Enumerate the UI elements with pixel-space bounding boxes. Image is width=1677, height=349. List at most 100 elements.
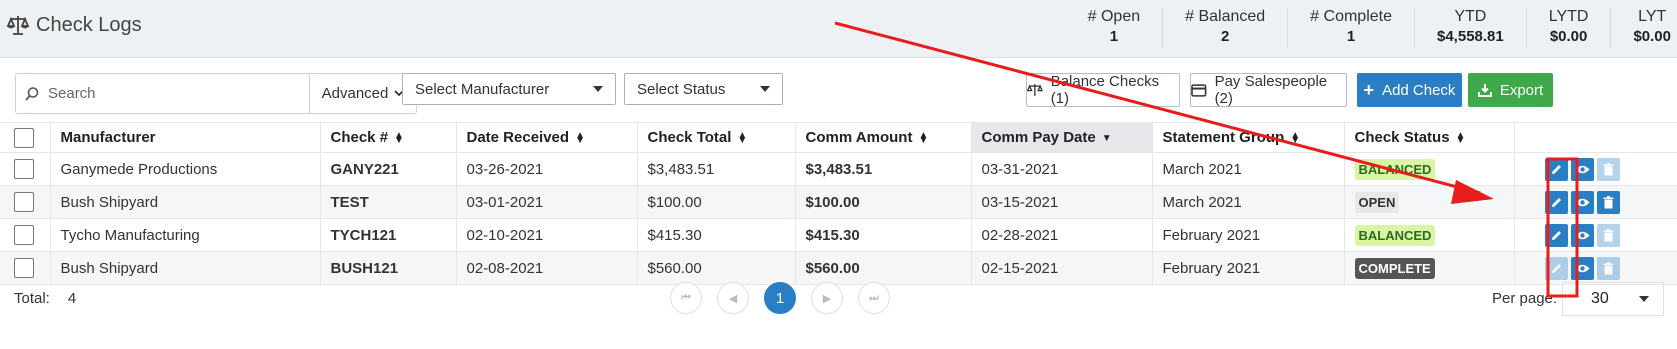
col-check-number[interactable]: Check # ▲ ▼ (319, 122, 456, 153)
pay-salespeople-button[interactable]: Pay Salespeople (2) (1190, 73, 1347, 107)
cell-date-received: 03-26-2021 (455, 152, 637, 186)
check-logs-panel: Advanced Select Manufacturer Select Stat… (0, 57, 1677, 349)
stat-label: YTD (1454, 8, 1487, 25)
stat-open: # Open 1 (1066, 8, 1162, 48)
col-comm-amount[interactable]: Comm Amount ▲ ▼ (794, 122, 971, 153)
pay-salespeople-label: Pay Salespeople (2) (1214, 73, 1328, 107)
per-page-label: Per page: (1492, 290, 1558, 307)
cell-comm-pay-date: 02-28-2021 (970, 218, 1152, 252)
cell-date-received: 02-10-2021 (455, 218, 637, 252)
last-page-icon: ⏭ (869, 291, 879, 304)
trash-icon (1603, 228, 1613, 241)
stat-label: # Balanced (1185, 8, 1266, 25)
status-select-value: Select Status (637, 80, 726, 98)
download-icon (1477, 84, 1492, 97)
column-label: Manufacturer (60, 129, 156, 146)
delete-button[interactable] (1596, 223, 1620, 247)
page-button[interactable]: 1 (764, 282, 796, 314)
cell-check-number: TEST (319, 185, 456, 219)
balance-checks-button[interactable]: Balance Checks (1) (1026, 73, 1180, 107)
cell-manufacturer: Tycho Manufacturing (49, 218, 320, 252)
col-actions (1513, 122, 1677, 153)
col-statement-group[interactable]: Statement Group ▲ ▼ (1151, 122, 1344, 153)
add-check-button[interactable]: + Add Check (1357, 73, 1462, 107)
export-button[interactable]: Export (1468, 73, 1553, 107)
stat-label: LYT (1638, 8, 1667, 25)
row-checkbox[interactable] (14, 225, 34, 245)
column-label: Check Total (647, 129, 732, 146)
advanced-search-toggle[interactable]: Advanced (309, 74, 416, 113)
cell-check-total: $415.30 (636, 218, 795, 252)
caret-down-icon (593, 86, 603, 92)
first-page-button[interactable]: ⏮ (670, 282, 702, 314)
cell-check-total: $3,483.51 (636, 152, 795, 186)
delete-button[interactable] (1596, 157, 1620, 181)
stat-label: # Open (1087, 8, 1141, 25)
eye-icon (1575, 231, 1589, 239)
manufacturer-select[interactable]: Select Manufacturer (402, 73, 616, 105)
stats-bar: # Open 1 # Balanced 2 # Complete 1 YTD $… (1066, 8, 1677, 48)
cell-comm-amount: $100.00 (794, 185, 971, 219)
sort-icon: ▲ ▼ (575, 130, 585, 147)
view-button[interactable] (1570, 256, 1594, 280)
eye-icon (1575, 165, 1589, 173)
col-check-status[interactable]: Check Status ▲ ▼ (1343, 122, 1514, 153)
edit-button[interactable] (1544, 157, 1568, 181)
col-check-total[interactable]: Check Total ▲ ▼ (636, 122, 795, 153)
stat-label: # Complete (1310, 8, 1392, 25)
next-page-button[interactable]: ▶ (811, 282, 843, 314)
row-checkbox-cell (0, 152, 50, 186)
total-label: Total: (14, 290, 50, 307)
stat-value: $0.00 (1633, 28, 1671, 45)
chevron-left-icon: ◀ (728, 292, 738, 305)
edit-button[interactable] (1544, 223, 1568, 247)
stat-balanced: # Balanced 2 (1162, 8, 1287, 48)
view-button[interactable] (1570, 157, 1594, 181)
sort-icon: ▲ ▼ (394, 130, 404, 147)
stat-value: $0.00 (1549, 28, 1588, 45)
view-button[interactable] (1570, 190, 1594, 214)
select-all-checkbox[interactable] (14, 127, 34, 148)
table-row: Bush Shipyard TEST 03-01-2021 $100.00 $1… (0, 185, 1677, 219)
edit-button[interactable] (1544, 190, 1568, 214)
status-badge: BALANCED (1354, 158, 1436, 180)
row-checkbox-cell (0, 218, 50, 252)
cell-statement-group: March 2021 (1151, 185, 1344, 219)
last-page-button[interactable]: ⏭ (858, 282, 890, 314)
row-checkbox[interactable] (14, 159, 34, 179)
table-header-row: Manufacturer Check # ▲ ▼ Date Received ▲ ▼ C… (0, 122, 1677, 153)
search-input[interactable] (48, 74, 309, 113)
sort-icon: ▲ ▼ (1455, 130, 1466, 147)
cell-status: BALANCED (1343, 218, 1514, 252)
pencil-icon (1551, 197, 1561, 207)
prev-page-button[interactable]: ◀ (717, 282, 749, 314)
toolbar: Advanced Select Manufacturer Select Stat… (15, 71, 1665, 114)
status-select[interactable]: Select Status (624, 73, 783, 105)
table-row: Ganymede Productions GANY221 03-26-2021 … (0, 152, 1677, 186)
search-icon (16, 74, 48, 113)
column-label: Check # (330, 129, 389, 146)
column-label: Comm Amount (805, 129, 913, 146)
edit-button[interactable] (1544, 256, 1568, 280)
row-checkbox[interactable] (14, 258, 34, 278)
col-manufacturer[interactable]: Manufacturer (49, 122, 320, 153)
sort-desc-icon: ▼ (1101, 132, 1112, 144)
view-button[interactable] (1570, 223, 1594, 247)
per-page-select[interactable]: 30 (1562, 282, 1664, 316)
cell-comm-pay-date: 03-31-2021 (970, 152, 1152, 186)
stat-lytd: LYTD $0.00 (1525, 8, 1611, 48)
total-count: Total: 4 (14, 290, 76, 307)
delete-button[interactable] (1596, 256, 1620, 280)
column-label: Comm Pay Date (981, 129, 1096, 146)
status-badge: COMPLETE (1354, 257, 1435, 279)
cell-date-received: 03-01-2021 (455, 185, 637, 219)
advanced-label: Advanced (321, 85, 389, 102)
total-value: 4 (67, 290, 77, 307)
col-date-received[interactable]: Date Received ▲ ▼ (455, 122, 637, 153)
eye-icon (1575, 198, 1589, 206)
delete-button[interactable] (1596, 190, 1620, 214)
pencil-icon (1551, 230, 1561, 240)
row-checkbox[interactable] (14, 192, 34, 212)
add-check-label: Add Check (1382, 81, 1456, 99)
col-comm-pay-date[interactable]: Comm Pay Date ▼ (970, 122, 1152, 153)
